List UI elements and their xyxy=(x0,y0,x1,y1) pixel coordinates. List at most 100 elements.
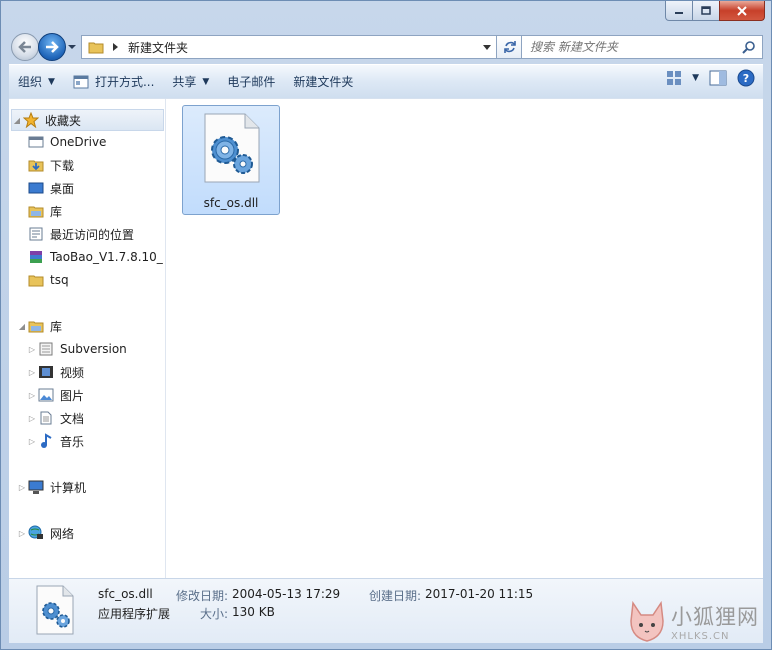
nav-buttons xyxy=(9,33,79,61)
collapsed-arrow-icon[interactable]: ▷ xyxy=(17,529,27,538)
search-input[interactable] xyxy=(530,40,730,54)
maximize-button[interactable] xyxy=(692,1,720,21)
archive-icon xyxy=(27,249,45,265)
organize-label: 组织 xyxy=(18,75,43,89)
desktop-icon xyxy=(27,180,45,196)
details-file-name: sfc_os.dll xyxy=(98,587,153,601)
watermark-title: 小狐狸网 xyxy=(671,604,759,629)
minimize-button[interactable] xyxy=(665,1,693,21)
library-icon xyxy=(27,203,45,219)
subversion-library-icon xyxy=(37,341,55,357)
library-icon xyxy=(27,318,45,334)
details-file-type: 应用程序扩展 xyxy=(98,607,171,621)
nav-label: 音乐 xyxy=(60,434,85,449)
nav-label: 收藏夹 xyxy=(45,113,82,128)
nav-label: 计算机 xyxy=(50,480,87,495)
share-button[interactable]: 共享 ▼ xyxy=(163,69,218,95)
details-pane: sfc_os.dll 应用程序扩展 修改日期: 2004-05-13 17:29… xyxy=(9,578,763,643)
help-icon[interactable]: ? xyxy=(737,69,755,87)
search-box[interactable] xyxy=(521,35,763,59)
svg-text:?: ? xyxy=(743,72,749,85)
new-folder-button[interactable]: 新建文件夹 xyxy=(284,69,362,95)
nav-label: 桌面 xyxy=(50,181,75,196)
collapsed-arrow-icon[interactable]: ▷ xyxy=(27,368,37,377)
explorer-window: 新建文件夹 组织 ▼ 打开方式... 共享 ▼ 电子邮件 新建文件夹 xyxy=(0,0,772,650)
expanded-arrow-icon[interactable]: ◢ xyxy=(17,322,27,331)
chevron-down-icon: ▼ xyxy=(48,76,55,87)
view-dropdown-icon[interactable]: ▼ xyxy=(692,73,699,83)
nav-network[interactable]: ▷ 网络 xyxy=(17,522,74,544)
nav-item-tsq[interactable]: tsq xyxy=(27,269,69,291)
nav-label: Subversion xyxy=(60,342,127,356)
open-with-label: 打开方式... xyxy=(94,75,155,89)
gear-file-icon xyxy=(36,585,74,635)
address-bar[interactable]: 新建文件夹 xyxy=(81,35,497,59)
nav-computer[interactable]: ▷ 计算机 xyxy=(17,476,86,498)
expanded-arrow-icon[interactable]: ◢ xyxy=(12,116,22,125)
open-with-button[interactable]: 打开方式... xyxy=(64,69,163,95)
collapsed-arrow-icon[interactable]: ▷ xyxy=(27,345,37,354)
nav-label: 图片 xyxy=(60,388,85,403)
onedrive-icon xyxy=(27,134,45,150)
main-area: ◢ 收藏夹 OneDrive 下载 桌面 库 最近访问的位置 TaoBao_V1… xyxy=(9,98,763,578)
file-item[interactable]: sfc_os.dll xyxy=(182,105,280,215)
collapsed-arrow-icon[interactable]: ▷ xyxy=(27,437,37,446)
view-controls: ▼ ? xyxy=(666,69,755,87)
collapsed-arrow-icon[interactable]: ▷ xyxy=(27,391,37,400)
nav-label: TaoBao_V1.7.8.10_ xyxy=(50,250,163,264)
nav-label: 下载 xyxy=(50,158,75,173)
nav-item-recent-places[interactable]: 最近访问的位置 xyxy=(27,223,134,245)
recent-pages-dropdown-icon[interactable] xyxy=(67,42,77,52)
nav-item-pictures[interactable]: ▷ 图片 xyxy=(27,384,84,406)
email-button[interactable]: 电子邮件 xyxy=(218,69,284,95)
back-arrow-icon xyxy=(18,41,31,53)
close-button[interactable] xyxy=(719,1,765,21)
search-icon[interactable] xyxy=(742,40,756,54)
nav-label: 最近访问的位置 xyxy=(50,227,135,242)
nav-item-videos[interactable]: ▷ 视频 xyxy=(27,361,84,383)
modified-label: 修改日期: xyxy=(176,589,229,603)
caption-buttons xyxy=(665,1,765,21)
minimize-icon xyxy=(675,11,683,14)
share-label: 共享 xyxy=(172,75,197,89)
fox-logo-icon xyxy=(630,600,664,642)
nav-libraries[interactable]: ◢ 库 xyxy=(17,315,62,337)
navigation-pane: ◢ 收藏夹 OneDrive 下载 桌面 库 最近访问的位置 TaoBao_V1… xyxy=(9,99,166,578)
modified-value: 2004-05-13 17:29 xyxy=(232,587,341,601)
collapsed-arrow-icon[interactable]: ▷ xyxy=(27,414,37,423)
star-icon xyxy=(22,112,40,128)
nav-item-onedrive[interactable]: OneDrive xyxy=(27,131,106,153)
nav-favorites[interactable]: ◢ 收藏夹 xyxy=(11,109,164,131)
address-dropdown-icon[interactable] xyxy=(482,44,492,52)
nav-item-desktop[interactable]: 桌面 xyxy=(27,177,74,199)
close-icon xyxy=(737,5,747,16)
command-bar: 组织 ▼ 打开方式... 共享 ▼ 电子邮件 新建文件夹 ▼ ? xyxy=(9,64,763,98)
watermark: 小狐狸网 XHLKS.CN xyxy=(627,599,759,643)
nav-item-taobao[interactable]: TaoBao_V1.7.8.10_ xyxy=(27,246,163,268)
back-button[interactable] xyxy=(11,33,39,61)
video-icon xyxy=(37,364,55,380)
created-value: 2017-01-20 11:15 xyxy=(425,587,534,601)
address-path[interactable]: 新建文件夹 xyxy=(128,39,188,56)
forward-button[interactable] xyxy=(38,33,66,61)
nav-item-documents[interactable]: ▷ 文档 xyxy=(27,407,84,429)
gear-file-icon xyxy=(204,113,260,183)
change-view-icon[interactable] xyxy=(666,70,682,86)
network-icon xyxy=(27,525,45,541)
size-value: 130 KB xyxy=(232,605,275,619)
recent-places-icon xyxy=(27,226,45,242)
nav-item-downloads[interactable]: 下载 xyxy=(27,154,74,176)
breadcrumb-chevron-icon[interactable] xyxy=(110,42,122,52)
organize-button[interactable]: 组织 ▼ xyxy=(9,69,64,95)
watermark-url: XHLKS.CN xyxy=(671,630,730,642)
email-label: 电子邮件 xyxy=(227,75,276,89)
nav-label: 视频 xyxy=(60,365,85,380)
collapsed-arrow-icon[interactable]: ▷ xyxy=(17,483,27,492)
refresh-button[interactable] xyxy=(497,35,523,59)
navigation-row: 新建文件夹 xyxy=(9,31,763,61)
preview-pane-icon[interactable] xyxy=(709,70,727,86)
nav-item-libraries[interactable]: 库 xyxy=(27,200,62,222)
nav-item-music[interactable]: ▷ 音乐 xyxy=(27,430,84,452)
nav-item-subversion[interactable]: ▷ Subversion xyxy=(27,338,127,360)
nav-label: 文档 xyxy=(60,411,85,426)
